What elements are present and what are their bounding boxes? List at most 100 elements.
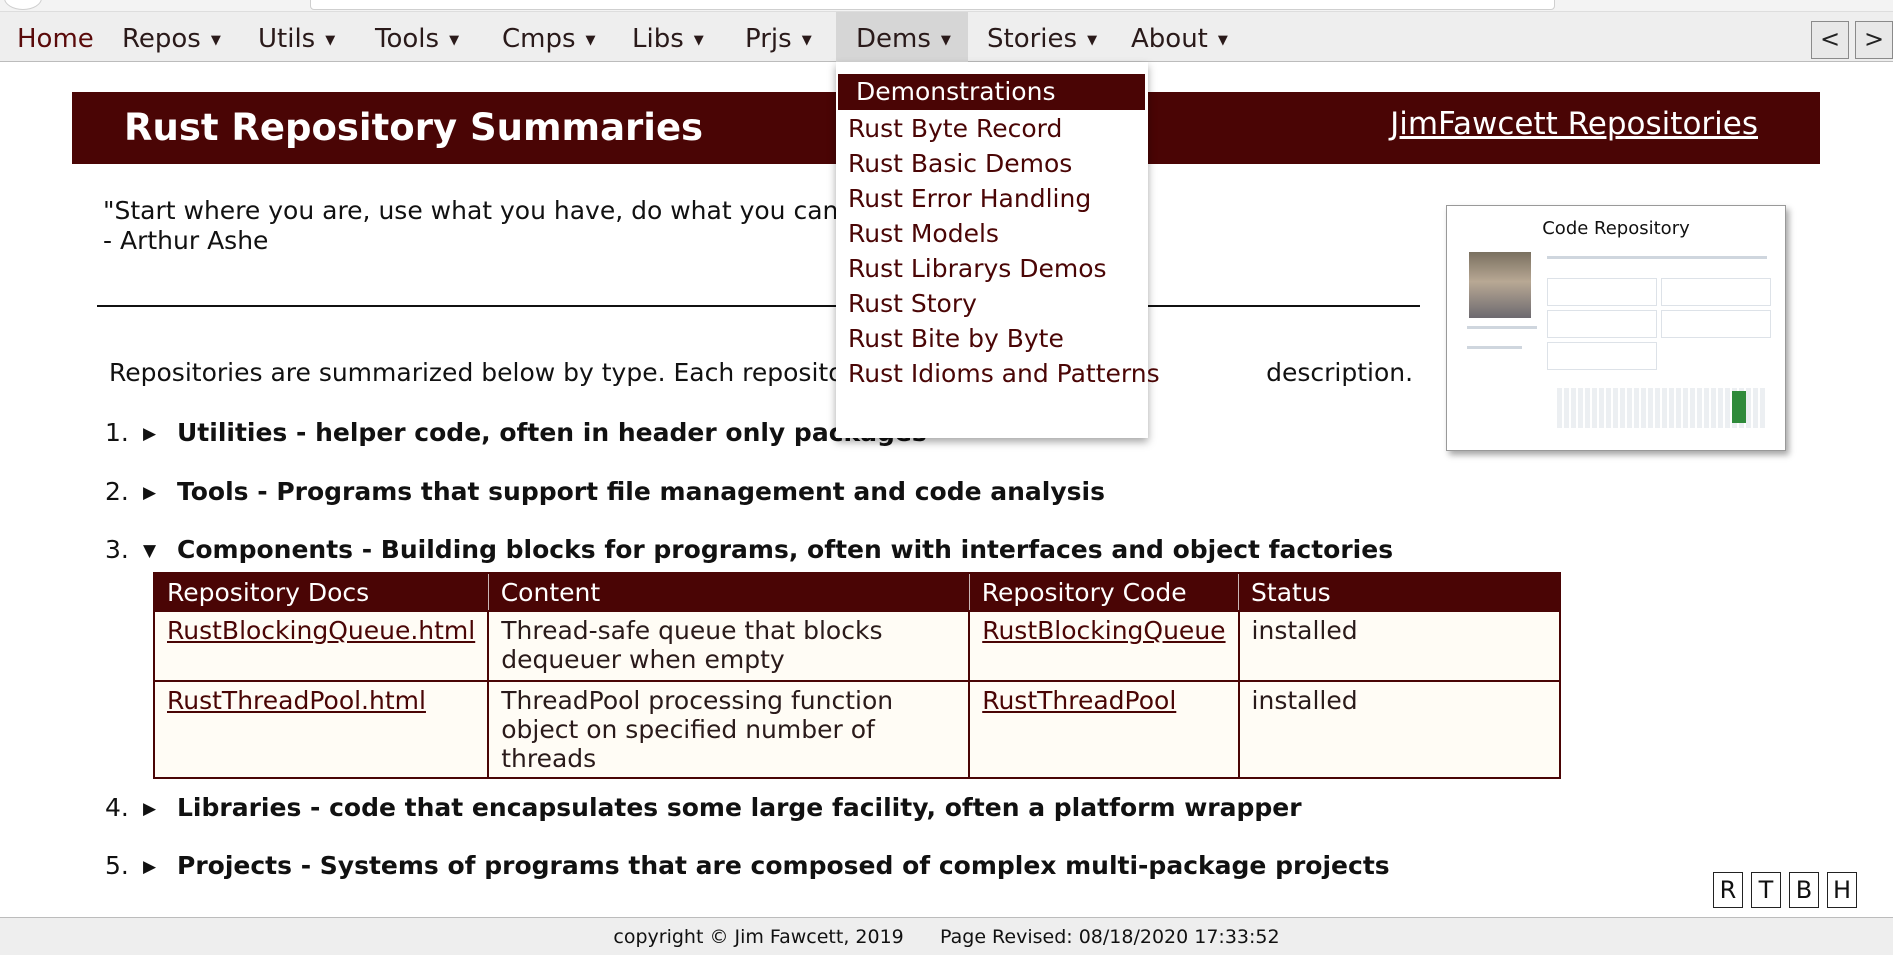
menu-dems[interactable]: Dems ▼: [836, 12, 968, 62]
section-utilities[interactable]: 1. ▶ Utilities - helper code, often in hea…: [105, 418, 927, 447]
table-cell: RustBlockingQueue: [968, 610, 1240, 682]
table-cell: Thread-safe queue that blocks dequeuer w…: [487, 610, 971, 682]
h-button[interactable]: H: [1827, 872, 1857, 908]
menu-prjs[interactable]: Prjs ▼: [745, 12, 812, 62]
thumbnail-repo-box: [1661, 310, 1771, 338]
t-button[interactable]: T: [1751, 872, 1781, 908]
table-cell: RustThreadPool: [968, 680, 1240, 779]
page-title: Rust Repository Summaries: [124, 106, 704, 149]
table-header-row: Repository Docs Content Repository Code …: [153, 572, 1561, 612]
section-number: 1.: [105, 418, 129, 447]
expand-triangle-icon[interactable]: ▶: [143, 799, 177, 819]
column-header: Repository Code: [968, 572, 1240, 612]
thumbnail-name-line: [1467, 346, 1522, 349]
table-row: RustBlockingQueue.html Thread-safe queue…: [152, 610, 1561, 682]
section-libraries[interactable]: 4. ▶ Libraries - code that encapsulates so…: [105, 793, 1302, 822]
revised-text: Page Revised: 08/18/2020 17:33:52: [940, 926, 1280, 948]
b-button[interactable]: B: [1789, 872, 1819, 908]
intro-text: Repositories are summarized below by typ…: [109, 358, 1414, 387]
menu-home[interactable]: Home: [17, 12, 94, 62]
quote: "Start where you are, use what you have,…: [103, 196, 858, 256]
section-number: 3.: [105, 535, 129, 564]
dems-dropdown-menu: Demonstrations Rust Byte Record Rust Bas…: [836, 62, 1160, 438]
menu-utils[interactable]: Utils ▼: [258, 12, 335, 62]
column-header: Status: [1238, 572, 1561, 612]
chevron-down-icon: ▼: [940, 33, 951, 48]
dropdown-item[interactable]: Rust Models: [848, 219, 999, 248]
section-heading: Tools - Programs that support file manag…: [177, 477, 1105, 506]
chevron-down-icon: ▼: [801, 33, 812, 48]
code-link[interactable]: RustBlockingQueue: [982, 616, 1225, 645]
menu-stories[interactable]: Stories ▼: [987, 12, 1097, 62]
section-heading: Projects - Systems of programs that are …: [177, 851, 1390, 880]
column-header: Repository Docs: [153, 572, 489, 612]
dropdown-item[interactable]: Rust Error Handling: [848, 184, 1091, 213]
copyright-text: copyright © Jim Fawcett, 2019: [613, 926, 904, 948]
chevron-down-icon: ▼: [585, 33, 596, 48]
next-page-button[interactable]: >: [1855, 21, 1893, 59]
section-heading: Utilities - helper code, often in header…: [177, 418, 927, 447]
dropdown-item[interactable]: Rust Story: [848, 289, 977, 318]
menu-about[interactable]: About ▼: [1131, 12, 1228, 62]
thumbnail-repo-box: [1547, 278, 1657, 306]
table-row: RustThreadPool.html ThreadPool processin…: [152, 680, 1561, 779]
section-number: 5.: [105, 851, 129, 880]
browser-button[interactable]: [4, 0, 42, 10]
dropdown-item[interactable]: Rust Librarys Demos: [848, 254, 1107, 283]
menu-tools[interactable]: Tools ▼: [375, 12, 459, 62]
components-table: Repository Docs Content Repository Code …: [152, 572, 1561, 779]
menu-cmps[interactable]: Cmps ▼: [502, 12, 596, 62]
dropdown-item[interactable]: Rust Basic Demos: [848, 149, 1072, 178]
page-footer: copyright © Jim Fawcett, 2019 Page Revis…: [0, 917, 1893, 955]
thumbnail-repo-box: [1547, 342, 1657, 370]
section-heading: Libraries - code that encapsulates some …: [177, 793, 1302, 822]
expand-triangle-icon[interactable]: ▶: [143, 483, 177, 503]
prev-page-button[interactable]: <: [1811, 21, 1849, 59]
thumbnail-tabs: [1547, 256, 1767, 259]
address-bar[interactable]: [310, 0, 1555, 10]
section-number: 2.: [105, 477, 129, 506]
docs-link[interactable]: RustThreadPool.html: [167, 686, 426, 715]
chevron-down-icon: ▼: [693, 33, 704, 48]
dropdown-header: Demonstrations: [838, 74, 1145, 110]
chevron-down-icon: ▼: [449, 33, 460, 48]
quote-text: "Start where you are, use what you have,…: [103, 196, 858, 225]
dropdown-item[interactable]: Rust Idioms and Patterns: [848, 359, 1160, 388]
thumbnail-repo-box: [1661, 278, 1771, 306]
expand-triangle-icon[interactable]: ▶: [143, 424, 177, 444]
section-heading: Components - Building blocks for program…: [177, 535, 1394, 564]
collapse-triangle-icon[interactable]: ▼: [143, 541, 177, 561]
status-cell: installed: [1237, 610, 1561, 682]
column-header: Content: [487, 572, 970, 612]
divider: [97, 305, 1420, 307]
section-tools[interactable]: 2. ▶ Tools - Programs that support file ma…: [105, 477, 1105, 506]
thumbnail-name-line: [1467, 326, 1537, 329]
table-cell: ThreadPool processing function object on…: [487, 680, 971, 779]
status-cell: installed: [1237, 680, 1561, 779]
section-number: 4.: [105, 793, 129, 822]
chevron-down-icon: ▼: [1087, 33, 1098, 48]
avatar: [1469, 252, 1531, 318]
thumbnail-title: Code Repository: [1542, 218, 1690, 239]
table-cell: RustBlockingQueue.html: [152, 610, 490, 682]
expand-triangle-icon[interactable]: ▶: [143, 857, 177, 877]
thumbnail-contribution-marks: [1732, 391, 1746, 423]
menu-repos[interactable]: Repos ▼: [122, 12, 221, 62]
repositories-link[interactable]: JimFawcett Repositories: [1390, 106, 1758, 142]
dropdown-item[interactable]: Rust Byte Record: [848, 114, 1062, 143]
code-repository-thumbnail[interactable]: Code Repository: [1446, 205, 1786, 451]
code-link[interactable]: RustThreadPool: [982, 686, 1176, 715]
docs-link[interactable]: RustBlockingQueue.html: [167, 616, 475, 645]
menu-bar: Home Repos ▼ Utils ▼ Tools ▼ Cmps ▼ Libs ▼ Pr…: [0, 12, 1893, 62]
dropdown-item[interactable]: Rust Bite by Byte: [848, 324, 1064, 353]
section-components[interactable]: 3. ▼ Components - Building blocks for prog…: [105, 535, 1393, 564]
chevron-down-icon: ▼: [1217, 33, 1228, 48]
thumbnail-repo-box: [1547, 310, 1657, 338]
menu-libs[interactable]: Libs ▼: [632, 12, 704, 62]
r-button[interactable]: R: [1713, 872, 1743, 908]
chevron-down-icon: ▼: [210, 33, 221, 48]
section-projects[interactable]: 5. ▶ Projects - Systems of programs that a…: [105, 851, 1390, 880]
browser-strip: [0, 0, 1893, 12]
chevron-down-icon: ▼: [325, 33, 336, 48]
quote-author: - Arthur Ashe: [103, 226, 269, 255]
